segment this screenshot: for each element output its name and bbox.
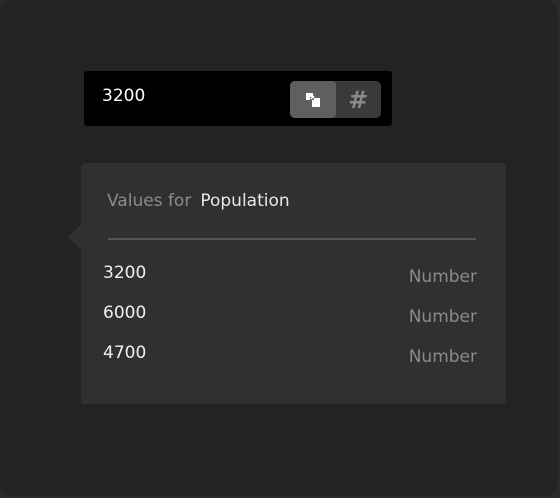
list-item[interactable]: 6000 Number	[103, 299, 477, 339]
list-item[interactable]: 3200 Number	[103, 259, 477, 299]
value-mode-toggle-group: #	[290, 81, 381, 118]
popover-field-name: Population	[200, 191, 290, 211]
list-item-type: Number	[408, 347, 477, 367]
popover-header: Values for Population	[107, 191, 290, 211]
list-item-value: 4700	[103, 343, 147, 363]
list-item-value: 3200	[103, 263, 147, 283]
value-input-text[interactable]: 3200	[102, 71, 145, 126]
list-item-type: Number	[408, 267, 477, 287]
link-icon	[305, 92, 320, 107]
number-mode-toggle[interactable]: #	[336, 81, 382, 118]
values-popover: Values for Population 3200 Number 6000 Nu…	[67, 163, 506, 404]
editor-panel: 3200 # Values for Population 3200 Number…	[0, 0, 558, 496]
hash-icon: #	[348, 85, 369, 114]
list-item[interactable]: 4700 Number	[103, 339, 477, 379]
popover-header-prefix: Values for	[107, 191, 192, 211]
popover-arrow	[67, 225, 81, 249]
list-item-value: 6000	[103, 303, 147, 323]
list-item-type: Number	[408, 307, 477, 327]
value-list: 3200 Number 6000 Number 4700 Number	[103, 259, 477, 379]
divider	[108, 238, 476, 240]
value-input[interactable]: 3200 #	[84, 71, 392, 126]
reference-mode-toggle[interactable]	[290, 81, 336, 118]
